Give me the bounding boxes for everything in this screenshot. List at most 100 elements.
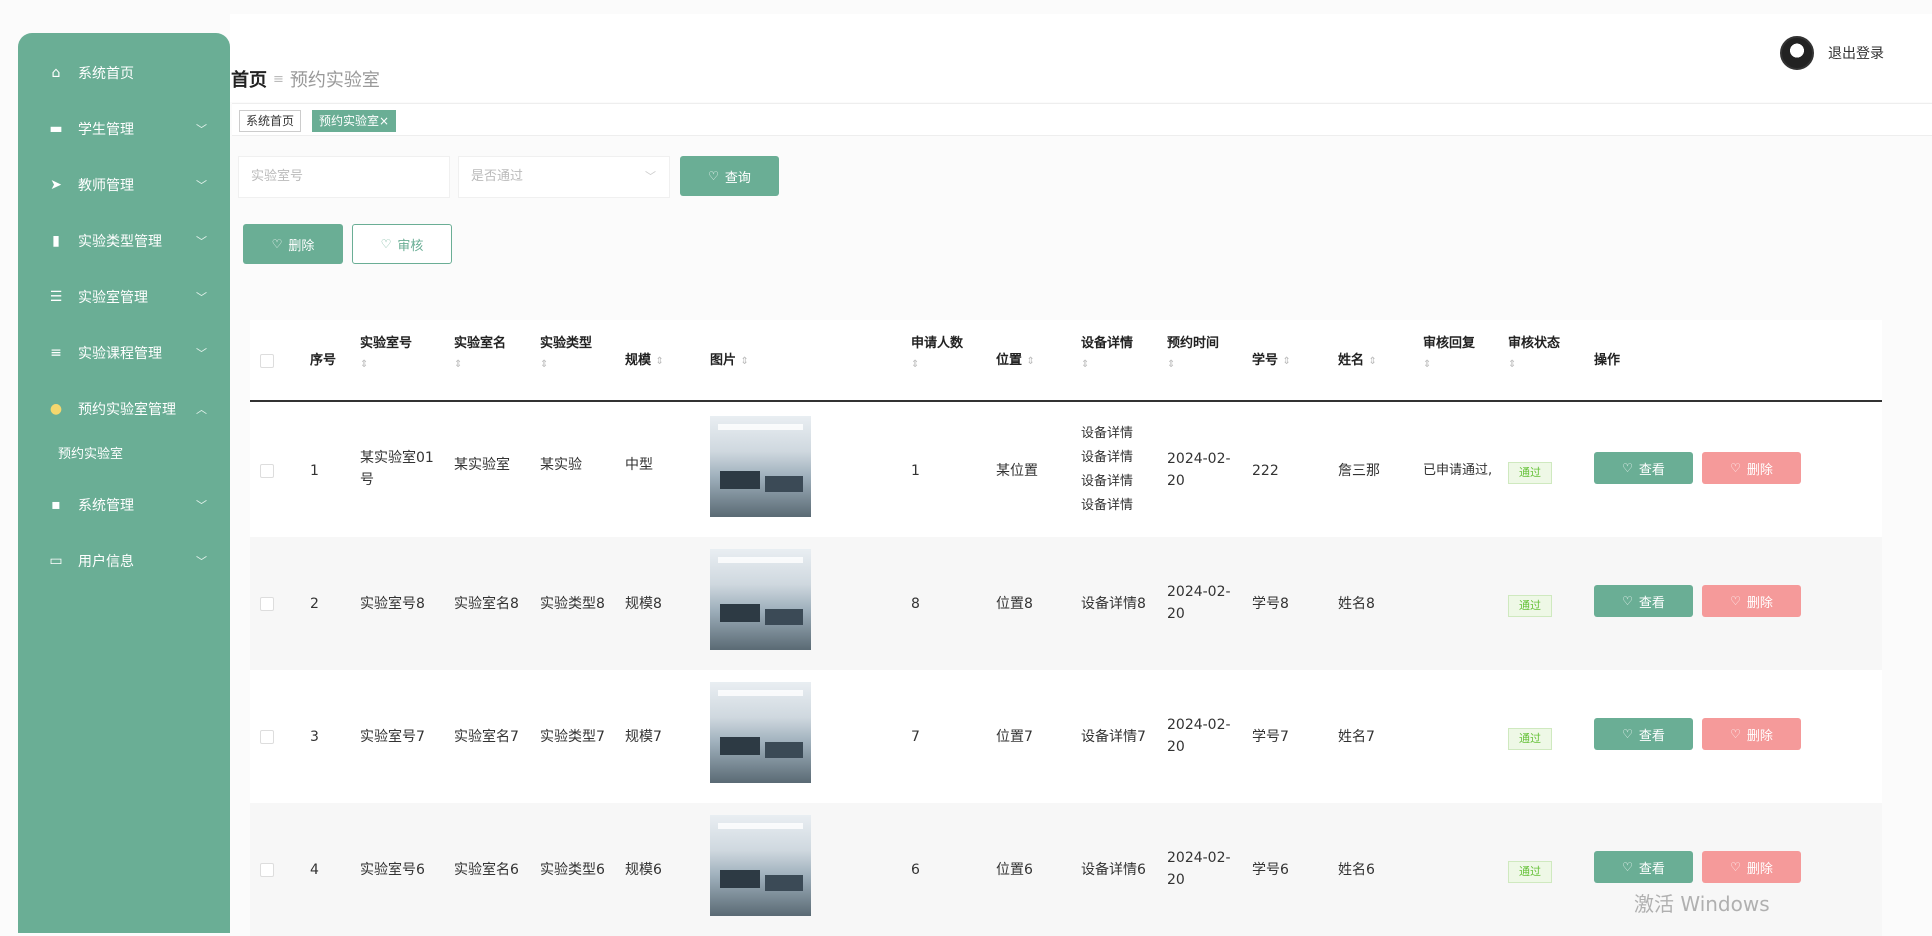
cell-time: 2024-02- 20 (1167, 581, 1231, 625)
cell-time: 2024-02- 20 (1167, 847, 1231, 891)
sort-icon: ⇕ (1423, 359, 1432, 370)
lab-image[interactable] (710, 682, 811, 783)
breadcrumb-current: 预约实验室 (289, 70, 380, 91)
cell-name: 詹三那 (1338, 463, 1380, 479)
logout-link[interactable]: 退出登录 (1828, 43, 1884, 63)
row-checkbox[interactable] (260, 730, 274, 744)
col-header-room-name[interactable]: 实验室名 ⇕ (454, 334, 506, 375)
avatar (1780, 36, 1814, 70)
col-header-label: 图片 (710, 353, 737, 368)
heart-icon: ♡ (1730, 860, 1741, 874)
delete-button[interactable]: ♡ 删除 (243, 224, 343, 264)
sidebar-item-label: 系统管理 (78, 498, 134, 514)
row-delete-button[interactable]: ♡ 删除 (1702, 851, 1801, 883)
sort-icon: ⇕ (454, 359, 463, 370)
cell-room-name: 实验室名7 (454, 729, 519, 745)
cell-name: 姓名6 (1338, 862, 1375, 878)
sidebar-item-lab-types[interactable]: ▮ 实验类型管理 ﹀ (18, 221, 230, 261)
row-checkbox[interactable] (260, 464, 274, 478)
sort-icon: ⇕ (540, 359, 549, 370)
equip-line: 设备详情 (1081, 426, 1134, 441)
list-icon: ☰ (49, 289, 63, 305)
tab-booking[interactable]: 预约实验室× (312, 110, 397, 132)
row-delete-button-label: 删除 (1746, 728, 1773, 744)
col-header-scale[interactable]: 规模 ⇕ (625, 351, 664, 372)
view-button[interactable]: ♡ 查看 (1594, 851, 1693, 883)
status-badge: 通过 (1508, 595, 1552, 617)
col-header-status[interactable]: 审核状态 ⇕ (1508, 334, 1560, 375)
lab-image[interactable] (710, 416, 811, 517)
sidebar-item-labs[interactable]: ☰ 实验室管理 ﹀ (18, 277, 230, 317)
pass-select[interactable]: 是否通过 ﹀ (458, 156, 670, 198)
select-all-checkbox[interactable] (260, 354, 274, 368)
sort-icon: ⇕ (1026, 356, 1035, 367)
cell-room-no: 实验室号8 (360, 596, 425, 612)
status-badge: 通过 (1508, 462, 1552, 484)
col-header-student-no[interactable]: 学号 ⇕ (1252, 351, 1291, 372)
audit-button[interactable]: ♡ 审核 (352, 224, 452, 264)
equip-line: 设备详情 (1081, 450, 1134, 465)
col-header-image[interactable]: 图片 ⇕ (710, 351, 749, 372)
col-header-no: 序号 (310, 353, 337, 368)
query-button-label: 查询 (724, 170, 751, 186)
col-header-location[interactable]: 位置 ⇕ (996, 351, 1035, 372)
query-button[interactable]: ♡ 查询 (680, 156, 779, 196)
tab-home[interactable]: 系统首页 (239, 110, 302, 132)
cell-room-name: 实验室名8 (454, 596, 519, 612)
breadcrumb: 首页 ≡ 预约实验室 (231, 66, 380, 92)
view-button[interactable]: ♡ 查看 (1594, 585, 1693, 617)
sort-icon: ⇕ (1508, 359, 1517, 370)
col-header-reply[interactable]: 审核回复 ⇕ (1423, 334, 1475, 375)
col-header-label: 设备详情 (1081, 336, 1134, 351)
col-header-time[interactable]: 预约时间 ⇕ (1167, 334, 1219, 375)
row-delete-button[interactable]: ♡ 删除 (1702, 718, 1801, 750)
col-header-room-no[interactable]: 实验室号 ⇕ (360, 334, 412, 375)
row-delete-button[interactable]: ♡ 删除 (1702, 452, 1801, 484)
col-header-equip[interactable]: 设备详情 ⇕ (1081, 334, 1133, 375)
col-header-label: 学号 (1252, 353, 1279, 368)
pass-select-value: 是否通过 (471, 169, 524, 184)
col-header-count[interactable]: 申请人数 ⇕ (911, 334, 963, 375)
col-header-type[interactable]: 实验类型 ⇕ (540, 334, 592, 375)
chart-icon: ▮ (52, 233, 60, 249)
cell-equip: 设备详情6 (1081, 862, 1146, 878)
breadcrumb-home[interactable]: 首页 (231, 66, 267, 92)
sidebar-item-lab-courses[interactable]: ≡ 实验课程管理 ﹀ (18, 333, 230, 373)
cell-no: 3 (310, 729, 319, 745)
row-checkbox[interactable] (260, 863, 274, 877)
heart-icon: ♡ (1622, 860, 1633, 874)
row-delete-button[interactable]: ♡ 删除 (1702, 585, 1801, 617)
cell-scale: 中型 (625, 457, 653, 473)
sidebar-item-label: 实验课程管理 (78, 346, 162, 362)
view-button[interactable]: ♡ 查看 (1594, 452, 1693, 484)
cell-room-name: 某实验室 (454, 457, 510, 473)
cell-count: 6 (911, 862, 920, 878)
col-header-label: 位置 (996, 353, 1023, 368)
cell-name: 姓名8 (1338, 596, 1375, 612)
home-icon: ⌂ (51, 65, 61, 81)
row-delete-button-label: 删除 (1746, 462, 1773, 478)
cell-type: 实验类型7 (540, 729, 605, 745)
sidebar-subitem-booking[interactable]: 预约实验室 (58, 443, 123, 462)
col-header-label: 审核回复 (1423, 336, 1476, 351)
col-header-name[interactable]: 姓名 ⇕ (1338, 351, 1377, 372)
sidebar-item-booking[interactable]: ● 预约实验室管理 ︿ (18, 389, 230, 429)
send-icon: ➤ (50, 177, 62, 193)
heart-icon: ♡ (1730, 594, 1741, 608)
cell-location: 某位置 (996, 463, 1038, 479)
equip-line: 设备详情 (1081, 498, 1134, 513)
sidebar-item-system[interactable]: ▪ 系统管理 ﹀ (18, 485, 230, 525)
sidebar-item-teachers[interactable]: ➤ 教师管理 ﹀ (18, 165, 230, 205)
row-checkbox[interactable] (260, 597, 274, 611)
sidebar-item-students[interactable]: ▬ 学生管理 ﹀ (18, 109, 230, 149)
audit-button-label: 审核 (397, 238, 424, 254)
cell-equip: 设备详情8 (1081, 596, 1146, 612)
user-area: 退出登录 (1780, 36, 1884, 70)
lab-image[interactable] (710, 549, 811, 650)
cell-room-no: 实验室号6 (360, 862, 425, 878)
view-button[interactable]: ♡ 查看 (1594, 718, 1693, 750)
lab-image[interactable] (710, 815, 811, 916)
room-no-input[interactable]: 实验室号 (238, 156, 450, 198)
sidebar-item-home[interactable]: ⌂ 系统首页 (18, 53, 230, 93)
sidebar-item-user-info[interactable]: ▭ 用户信息 ﹀ (18, 541, 230, 581)
